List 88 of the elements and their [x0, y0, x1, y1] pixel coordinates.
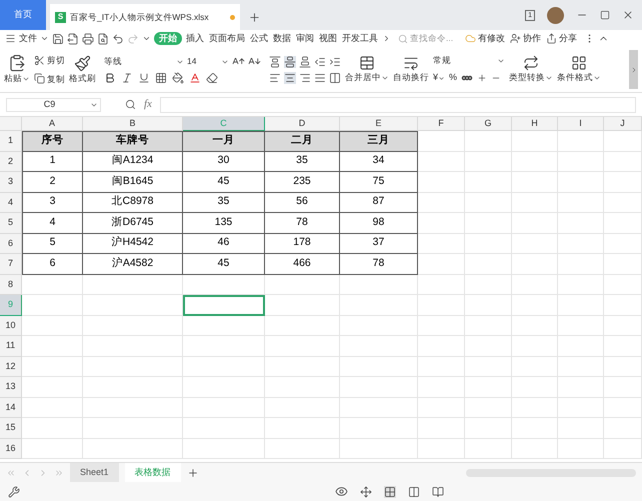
table-cell: 3: [22, 192, 83, 213]
table-cell: 6: [22, 254, 83, 274]
row-header[interactable]: 7: [0, 254, 22, 274]
table-cell: 45: [183, 172, 265, 192]
table-cell: 35: [183, 192, 265, 213]
row-header[interactable]: 2: [0, 152, 22, 172]
table-cell: 沪A4582: [83, 254, 183, 274]
row-header[interactable]: 12: [0, 356, 22, 377]
paste-button[interactable]: 粘贴: [4, 72, 30, 85]
column-header[interactable]: J: [604, 117, 642, 131]
percent-button[interactable]: %: [449, 71, 458, 85]
column-header[interactable]: H: [512, 117, 558, 131]
table-cell: 178: [265, 234, 340, 254]
toolbar-action[interactable]: 分享: [546, 32, 577, 46]
table-cell: 4: [22, 213, 83, 234]
name-box[interactable]: C9: [6, 98, 101, 112]
column-header[interactable]: I: [558, 117, 604, 131]
table-cell: 北C8978: [83, 192, 183, 213]
font-field[interactable]: 等线: [104, 55, 184, 68]
table-cell: 浙D6745: [83, 213, 183, 234]
file-menu[interactable]: 文件: [19, 32, 37, 46]
table-header-cell: 二月: [265, 131, 340, 152]
row-header[interactable]: 8: [0, 274, 22, 295]
function-label[interactable]: fx: [144, 96, 152, 113]
ribbon-tab[interactable]: 公式: [249, 32, 269, 46]
table-cell: 5: [22, 234, 83, 254]
table-cell: 75: [340, 172, 418, 192]
table-cell: 闽A1234: [83, 152, 183, 172]
ribbon-tab[interactable]: 页面布局: [208, 32, 246, 46]
toolbar-action[interactable]: 有修改: [465, 32, 505, 46]
table-cell: 56: [265, 192, 340, 213]
table-cell: 235: [265, 172, 340, 192]
format-painter-button[interactable]: 格式刷: [69, 47, 96, 92]
row-header[interactable]: 16: [0, 438, 22, 459]
home-tab[interactable]: 首页: [0, 0, 46, 30]
column-header[interactable]: F: [418, 117, 465, 131]
table-cell: 1: [22, 152, 83, 172]
table-cell: 78: [340, 254, 418, 274]
sheet-tab[interactable]: Sheet1: [70, 462, 119, 482]
table-cell: 78: [265, 213, 340, 234]
wrap-text-button[interactable]: 自动换行: [393, 47, 429, 92]
table-cell: 30: [183, 152, 265, 172]
toolbar-action[interactable]: 协作: [510, 32, 541, 46]
ribbon-tab[interactable]: 审阅: [295, 32, 315, 46]
row-header[interactable]: 1: [0, 131, 22, 152]
table-cell: 135: [183, 213, 265, 234]
table-cell: 34: [340, 152, 418, 172]
row-header[interactable]: 6: [0, 234, 22, 254]
table-cell: 46: [183, 234, 265, 254]
table-cell: 沪H4542: [83, 234, 183, 254]
cut-button[interactable]: 剪切: [34, 54, 65, 66]
table-header-cell: 三月: [340, 131, 418, 152]
font-size-field[interactable]: 14: [187, 55, 229, 68]
table-header-cell: 一月: [183, 131, 265, 152]
document-tab[interactable]: S 百家号_IT小人物示例文件WPS.xlsx: [50, 4, 240, 30]
merge-center-button[interactable]: 合并居中: [345, 47, 389, 92]
table-cell: 98: [340, 213, 418, 234]
command-search-input[interactable]: 查找命令...: [410, 32, 462, 45]
row-header[interactable]: 10: [0, 316, 22, 336]
copy-button[interactable]: 复制: [34, 72, 65, 86]
table-cell: 45: [183, 254, 265, 274]
column-header[interactable]: G: [465, 117, 512, 131]
ribbon-tab[interactable]: 插入: [185, 32, 205, 46]
document-title: 百家号_IT小人物示例文件WPS.xlsx: [70, 10, 209, 24]
type-convert-button[interactable]: 类型转换: [509, 47, 553, 92]
row-header[interactable]: 14: [0, 398, 22, 418]
row-header[interactable]: 5: [0, 213, 22, 234]
table-cell: 2: [22, 172, 83, 192]
row-header[interactable]: 4: [0, 192, 22, 213]
table-cell: 37: [340, 234, 418, 254]
row-header[interactable]: 13: [0, 377, 22, 398]
ribbon-tab[interactable]: 开发工具: [341, 32, 379, 46]
table-cell: 466: [265, 254, 340, 274]
table-cell: 35: [265, 152, 340, 172]
ribbon-tab[interactable]: 数据: [272, 32, 292, 46]
ribbon-tab[interactable]: 视图: [318, 32, 338, 46]
row-header[interactable]: 11: [0, 336, 22, 356]
table-header-cell: 车牌号: [83, 131, 183, 152]
conditional-format-button[interactable]: 条件格式: [557, 47, 601, 92]
row-header[interactable]: 15: [0, 418, 22, 438]
currency-button[interactable]: ¥: [433, 71, 446, 85]
table-header-cell: 序号: [22, 131, 83, 152]
row-header[interactable]: 3: [0, 172, 22, 192]
spreadsheet-icon: S: [55, 12, 66, 22]
table-cell: 闽B1645: [83, 172, 183, 192]
number-format-field[interactable]: 常规: [433, 54, 505, 68]
command-search[interactable]: 查找命令...: [398, 32, 460, 45]
table-cell: 87: [340, 192, 418, 213]
